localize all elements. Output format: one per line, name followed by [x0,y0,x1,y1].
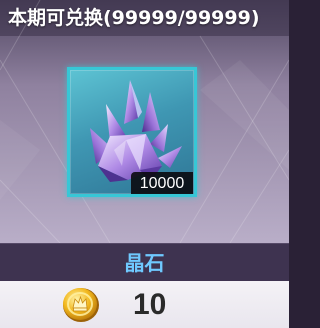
price-amount: 10 [133,288,167,321]
item-quantity-badge: 10000 [131,172,193,194]
shop-item-card[interactable]: 本期可兑换(99999/99999) 10000 晶石 10 [0,0,289,328]
item-name-bar: 晶石 [0,243,289,282]
gold-coin-icon [63,288,99,322]
item-name-label: 晶石 [124,251,165,275]
item-icon-frame[interactable]: 10000 [67,67,197,197]
exchange-limit-title: 本期可兑换(99999/99999) [8,7,260,29]
